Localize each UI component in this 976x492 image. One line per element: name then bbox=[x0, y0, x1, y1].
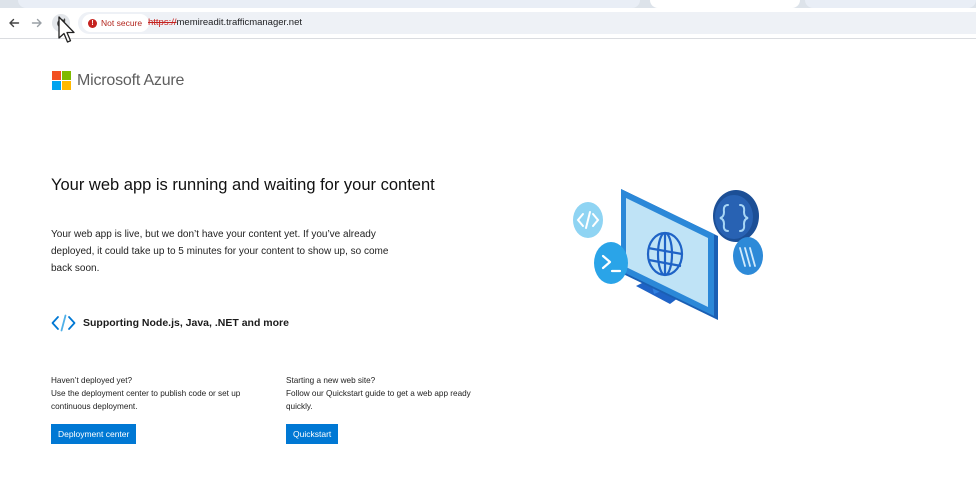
cursor-icon bbox=[58, 16, 75, 43]
page-title: Your web app is running and waiting for … bbox=[51, 176, 435, 194]
deployment-center-button[interactable]: Deployment center bbox=[51, 424, 137, 444]
logo-square-yellow bbox=[62, 81, 71, 90]
quickstart-card-body: Follow our Quickstart guide to get a web… bbox=[286, 389, 471, 411]
web-app-illustration bbox=[573, 189, 763, 320]
back-icon bbox=[9, 18, 20, 28]
brand-name: Microsoft Azure bbox=[77, 71, 185, 89]
url-scheme: https:// bbox=[148, 17, 177, 28]
code-brackets-icon bbox=[51, 314, 76, 332]
tab-strip bbox=[0, 0, 976, 8]
code-tag-bubble bbox=[573, 202, 603, 238]
browser-toolbar: ! Not secure https://memireadit.trafficm… bbox=[0, 8, 976, 39]
logo-square-green bbox=[62, 71, 71, 80]
address-bar[interactable]: ! Not secure https://memireadit.trafficm… bbox=[78, 12, 976, 34]
page-description: Your web app is live, but we don’t have … bbox=[51, 229, 389, 274]
not-secure-icon: ! bbox=[88, 18, 97, 28]
supporting-label: Supporting Node.js, Java, .NET and more bbox=[83, 317, 289, 329]
deploy-card-body: Use the deployment center to publish cod… bbox=[51, 389, 241, 411]
logo-square-red bbox=[52, 71, 61, 80]
quickstart-button[interactable]: Quickstart bbox=[286, 424, 339, 444]
terminal-bubble bbox=[594, 242, 628, 284]
supporting-platforms: Supporting Node.js, Java, .NET and more bbox=[51, 314, 289, 332]
deploy-card: Haven’t deployed yet? Use the deployment… bbox=[51, 374, 261, 413]
back-button[interactable] bbox=[5, 14, 23, 32]
url-host: memireadit.trafficmanager.net bbox=[176, 17, 303, 28]
forward-icon bbox=[31, 18, 42, 28]
browser-tab[interactable] bbox=[805, 0, 976, 8]
security-label: Not secure bbox=[101, 18, 143, 28]
slashes-bubble bbox=[733, 237, 763, 275]
browser-tab[interactable] bbox=[18, 0, 640, 8]
quickstart-card: Starting a new web site? Follow our Quic… bbox=[286, 374, 496, 413]
quickstart-card-title: Starting a new web site? bbox=[286, 376, 376, 385]
forward-button[interactable] bbox=[28, 14, 46, 32]
url-text[interactable]: https://memireadit.trafficmanager.net bbox=[148, 17, 302, 28]
security-chip[interactable]: ! Not secure bbox=[82, 14, 150, 32]
logo-square-blue bbox=[52, 81, 61, 90]
microsoft-logo-icon bbox=[52, 71, 71, 90]
deploy-card-title: Haven’t deployed yet? bbox=[51, 376, 133, 385]
braces-bubble bbox=[713, 190, 759, 242]
browser-tab-active[interactable] bbox=[650, 0, 800, 8]
azure-brand: Microsoft Azure bbox=[52, 71, 184, 90]
